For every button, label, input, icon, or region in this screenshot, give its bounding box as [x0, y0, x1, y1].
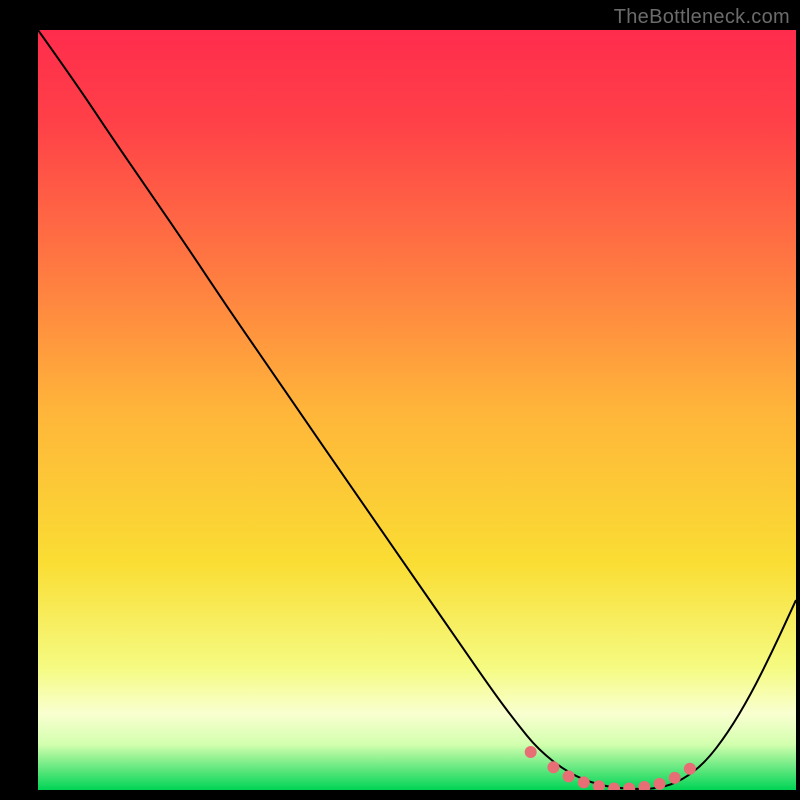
- bottleneck-chart: [0, 0, 800, 800]
- marker-optimal-markers: [684, 763, 696, 775]
- chart-container: { "watermark": "TheBottleneck.com", "cha…: [0, 0, 800, 800]
- marker-optimal-markers: [593, 780, 605, 792]
- marker-optimal-markers: [578, 776, 590, 788]
- marker-optimal-markers: [525, 746, 537, 758]
- marker-optimal-markers: [547, 761, 559, 773]
- watermark-text: TheBottleneck.com: [614, 6, 790, 29]
- marker-optimal-markers: [669, 772, 681, 784]
- marker-optimal-markers: [654, 778, 666, 790]
- marker-optimal-markers: [608, 782, 620, 794]
- marker-optimal-markers: [563, 770, 575, 782]
- marker-optimal-markers: [623, 782, 635, 794]
- marker-optimal-markers: [638, 781, 650, 793]
- gradient-background: [38, 30, 796, 790]
